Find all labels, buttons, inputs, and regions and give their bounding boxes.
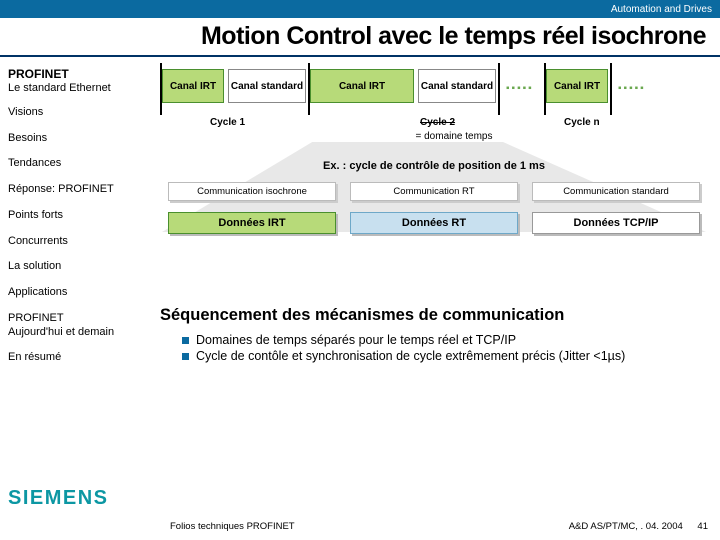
example-label: Ex. : cycle de contrôle de position de 1… <box>160 160 708 172</box>
sidebar-item-solution[interactable]: La solution <box>8 260 142 274</box>
bullet-list: Domaines de temps séparés pour le temps … <box>182 333 708 363</box>
footer-left: Folios techniques PROFINET <box>170 521 295 532</box>
cycle-1-label: Cycle 1 <box>210 117 245 128</box>
cycle-labels: Cycle 1 Cycle 2 Cycle n <box>160 117 708 131</box>
sidebar-item-visions[interactable]: Visions <box>8 106 142 120</box>
brand-bar-text: Automation and Drives <box>611 4 712 15</box>
page-title: Motion Control avec le temps réel isochr… <box>0 18 720 57</box>
sidebar: PROFINET Le standard Ethernet Visions Be… <box>0 57 150 517</box>
sidebar-item-applications[interactable]: Applications <box>8 286 142 300</box>
comm-isochrone-box: Communication isochrone <box>168 182 336 201</box>
cycle-2-label: Cycle 2 <box>420 117 455 128</box>
cycle-n-label: Cycle n <box>564 117 600 128</box>
sidebar-section-title: PROFINET <box>8 67 142 82</box>
data-rt-box: Données RT <box>350 212 518 234</box>
main-content: Canal IRT Canal standard Canal IRT Canal… <box>150 57 720 517</box>
bullet-1: Domaines de temps séparés pour le temps … <box>182 333 708 347</box>
ellipsis-icon: ▪▪▪▪▪ <box>506 83 534 94</box>
sidebar-item-points-forts[interactable]: Points forts <box>8 209 142 223</box>
sidebar-item-besoins[interactable]: Besoins <box>8 132 142 146</box>
bullet-2: Cycle de contôle et synchronisation de c… <box>182 349 708 363</box>
sidebar-item-reponse[interactable]: Réponse: PROFINET <box>8 183 142 197</box>
sidebar-item-concurrents[interactable]: Concurrents <box>8 235 142 249</box>
brand-bar: Automation and Drives <box>0 0 720 18</box>
channel-std-1: Canal standard <box>228 69 306 103</box>
channel-irt-n: Canal IRT <box>546 69 608 103</box>
sidebar-item-profinet-today[interactable]: PROFINET Aujourd'hui et demain <box>8 312 142 340</box>
data-tcp-box: Données TCP/IP <box>532 212 700 234</box>
eqdom-note: = domaine temps <box>180 131 720 142</box>
sidebar-item-tendances[interactable]: Tendances <box>8 157 142 171</box>
sidebar-item-resume[interactable]: En résumé <box>8 351 142 365</box>
siemens-logo: SIEMENS <box>8 487 109 510</box>
channel-std-2: Canal standard <box>418 69 496 103</box>
footer: Folios techniques PROFINET A&D AS/PT/MC,… <box>170 521 708 532</box>
ellipsis-icon: ▪▪▪▪▪ <box>618 83 646 94</box>
section-heading: Séquencement des mécanismes de communica… <box>160 306 708 325</box>
channel-irt-2: Canal IRT <box>310 69 414 103</box>
sidebar-section-subtitle: Le standard Ethernet <box>8 82 142 96</box>
comm-rt-box: Communication RT <box>350 182 518 201</box>
comm-standard-box: Communication standard <box>532 182 700 201</box>
footer-right: A&D AS/PT/MC, . 04. 2004 <box>569 521 683 532</box>
expansion-area: Ex. : cycle de contrôle de position de 1… <box>160 146 708 236</box>
channel-irt-1: Canal IRT <box>162 69 224 103</box>
channel-timeline: Canal IRT Canal standard Canal IRT Canal… <box>160 69 708 115</box>
page-number: 41 <box>697 521 708 532</box>
data-irt-box: Données IRT <box>168 212 336 234</box>
